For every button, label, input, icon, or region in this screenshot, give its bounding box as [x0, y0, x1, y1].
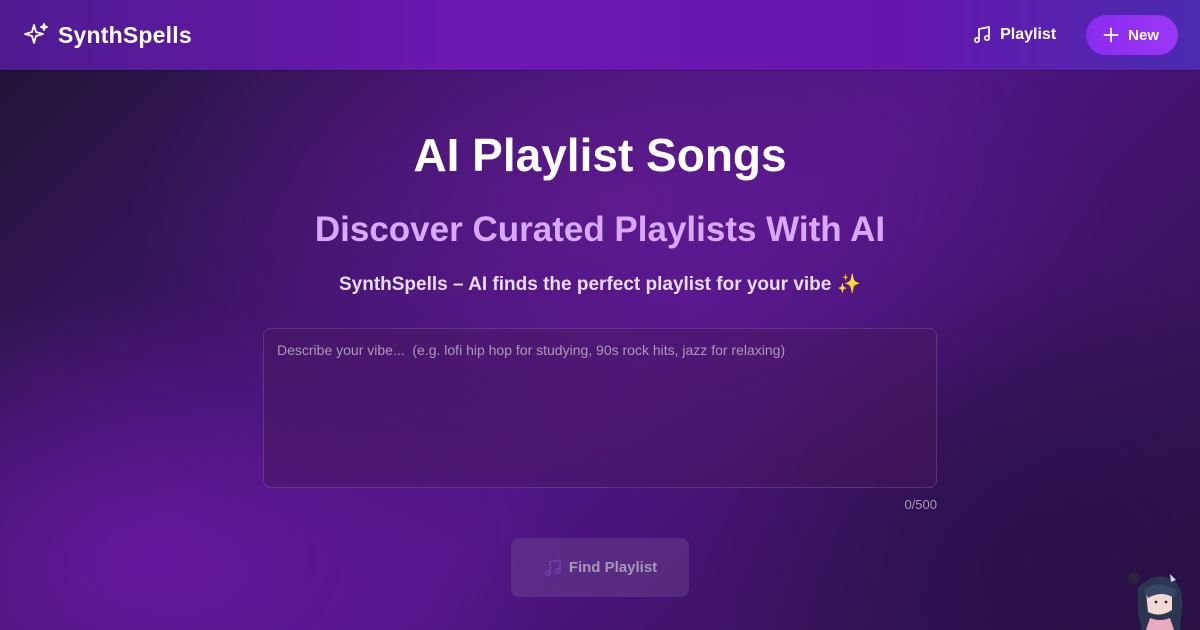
sparkles-emoji-icon: ✨: [837, 274, 862, 295]
brand-name: SynthSpells: [58, 21, 192, 48]
anime-mascot-avatar[interactable]: [1124, 568, 1188, 630]
brand-logo-link[interactable]: SynthSpells: [22, 21, 192, 49]
music-note-icon: [543, 558, 563, 578]
plus-icon: [1103, 27, 1119, 43]
tagline: SynthSpells – AI finds the perfect playl…: [0, 272, 1200, 296]
new-button[interactable]: New: [1086, 15, 1178, 55]
find-playlist-button[interactable]: Find Playlist: [511, 538, 689, 597]
page-subtitle: Discover Curated Playlists With AI: [314, 210, 886, 249]
new-button-label: New: [1128, 26, 1159, 44]
find-playlist-label: Find Playlist: [568, 559, 658, 576]
music-note-icon: [972, 25, 992, 45]
vibe-prompt-input[interactable]: [263, 328, 937, 488]
nav-actions: Playlist New: [972, 15, 1178, 55]
page-title: AI Playlist Songs: [413, 129, 787, 181]
character-counter: 0/500: [904, 497, 937, 512]
sparkle-icon: [22, 21, 50, 49]
navbar: SynthSpells Playlist New: [0, 0, 1200, 70]
tagline-text: SynthSpells – AI finds the perfect playl…: [338, 274, 832, 295]
playlist-nav-link[interactable]: Playlist: [972, 25, 1056, 45]
playlist-nav-label: Playlist: [1000, 26, 1057, 43]
